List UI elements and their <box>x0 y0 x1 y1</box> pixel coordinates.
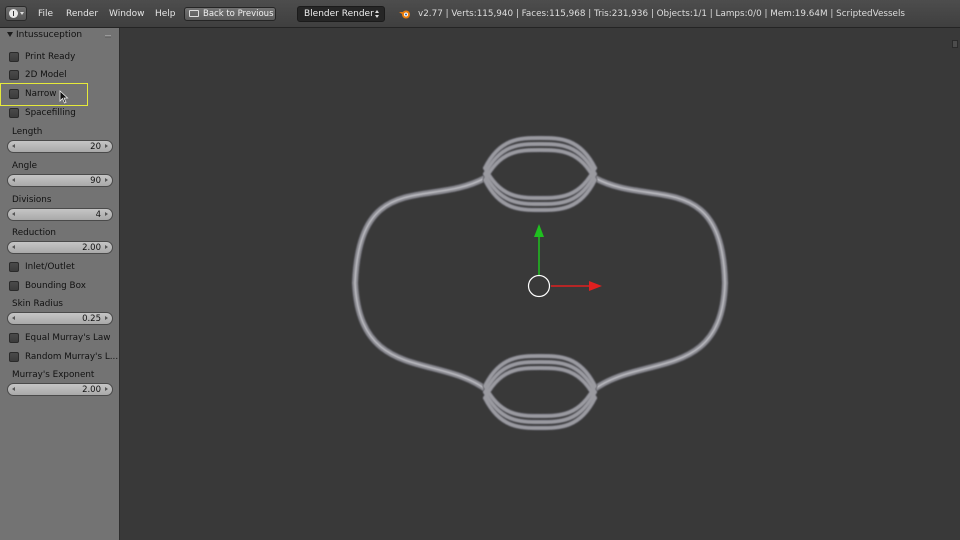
screen-icon <box>189 10 199 17</box>
reduction-value: 2.00 <box>82 243 101 253</box>
decrement-arrow-icon[interactable] <box>12 316 15 320</box>
focus-highlight <box>0 83 88 106</box>
top-vessel-junction <box>482 135 598 213</box>
print-ready-checkbox[interactable]: Print Ready <box>8 50 116 64</box>
checkbox-box[interactable] <box>9 352 19 362</box>
chevron-down-icon <box>20 12 24 15</box>
murrays-exponent-value: 2.00 <box>82 385 101 395</box>
checkbox-label: Bounding Box <box>25 281 86 291</box>
checkbox-box[interactable] <box>9 70 19 80</box>
divisions-label: Divisions <box>12 195 52 205</box>
checkbox-label: 2D Model <box>25 70 67 80</box>
increment-arrow-icon[interactable] <box>105 212 108 216</box>
render-engine-value: Blender Render <box>304 9 374 19</box>
vessel-model <box>351 135 729 431</box>
reduction-field[interactable]: 2.00 <box>7 241 113 254</box>
checkbox-label: Spacefilling <box>25 108 76 118</box>
bottom-vessel-junction <box>482 353 598 431</box>
increment-arrow-icon[interactable] <box>105 316 108 320</box>
viewport-corner-widget[interactable] <box>952 40 958 48</box>
info-header: File Render Window Help Back to Previous… <box>0 0 960 28</box>
menu-window[interactable]: Window <box>109 9 145 19</box>
back-to-previous-button[interactable]: Back to Previous <box>184 7 276 21</box>
length-label: Length <box>12 127 43 137</box>
length-field[interactable]: 20 <box>7 140 113 153</box>
menu-render[interactable]: Render <box>66 9 98 19</box>
panel-header[interactable]: Intussuception <box>0 28 119 43</box>
decrement-arrow-icon[interactable] <box>12 387 15 391</box>
decrement-arrow-icon[interactable] <box>12 144 15 148</box>
angle-label: Angle <box>12 161 38 171</box>
panel-title: Intussuception <box>16 30 83 40</box>
increment-arrow-icon[interactable] <box>105 387 108 391</box>
checkbox-label: Random Murray's L... <box>25 352 119 362</box>
scene-statistics: v2.77 | Verts:115,940 | Faces:115,968 | … <box>418 9 905 19</box>
increment-arrow-icon[interactable] <box>105 245 108 249</box>
menu-help[interactable]: Help <box>155 9 176 19</box>
checkbox-label: Inlet/Outlet <box>25 262 75 272</box>
decrement-arrow-icon[interactable] <box>12 245 15 249</box>
spacefilling-checkbox[interactable]: Spacefilling <box>8 106 116 120</box>
skin-radius-value: 0.25 <box>82 314 101 324</box>
mouse-cursor-icon <box>59 90 69 104</box>
angle-value: 90 <box>90 176 101 186</box>
checkbox-box[interactable] <box>9 281 19 291</box>
skin-radius-field[interactable]: 0.25 <box>7 312 113 325</box>
inlet-outlet-checkbox[interactable]: Inlet/Outlet <box>8 260 116 274</box>
menu-file[interactable]: File <box>38 9 53 19</box>
decrement-arrow-icon[interactable] <box>12 212 15 216</box>
2d-model-checkbox[interactable]: 2D Model <box>8 68 116 82</box>
reduction-label: Reduction <box>12 228 56 238</box>
increment-arrow-icon[interactable] <box>105 178 108 182</box>
manipulator-center-circle[interactable] <box>527 274 551 298</box>
back-to-previous-label: Back to Previous <box>203 9 274 19</box>
skin-radius-label: Skin Radius <box>12 299 63 309</box>
checkbox-box[interactable] <box>9 262 19 272</box>
tool-shelf-panel: Intussuception Print Ready 2D Model Narr… <box>0 28 120 540</box>
up-down-arrows-icon <box>375 10 380 19</box>
checkbox-box[interactable] <box>9 52 19 62</box>
murrays-exponent-field[interactable]: 2.00 <box>7 383 113 396</box>
collapse-triangle-icon <box>7 32 13 37</box>
checkbox-box[interactable] <box>9 108 19 118</box>
increment-arrow-icon[interactable] <box>105 144 108 148</box>
checkbox-label: Equal Murray's Law <box>25 333 111 343</box>
random-murrays-law-checkbox[interactable]: Random Murray's L... <box>8 350 119 364</box>
blender-logo-icon <box>399 10 410 19</box>
angle-field[interactable]: 90 <box>7 174 113 187</box>
render-engine-select[interactable]: Blender Render <box>297 6 385 22</box>
murrays-exponent-label: Murray's Exponent <box>12 370 95 380</box>
divisions-field[interactable]: 4 <box>7 208 113 221</box>
bounding-box-checkbox[interactable]: Bounding Box <box>8 279 116 293</box>
editor-type-button[interactable] <box>5 6 27 21</box>
decrement-arrow-icon[interactable] <box>12 178 15 182</box>
equal-murrays-law-checkbox[interactable]: Equal Murray's Law <box>8 331 116 345</box>
drag-grip-icon[interactable] <box>105 35 111 36</box>
y-axis-arrowhead-icon[interactable] <box>534 224 544 237</box>
divisions-value: 4 <box>95 210 101 220</box>
x-axis-arrowhead-icon[interactable] <box>589 281 602 291</box>
3d-viewport[interactable] <box>120 28 960 540</box>
length-value: 20 <box>90 142 101 152</box>
checkbox-box[interactable] <box>9 333 19 343</box>
checkbox-label: Print Ready <box>25 52 76 62</box>
transform-manipulator[interactable] <box>527 224 603 298</box>
info-icon <box>9 9 18 18</box>
